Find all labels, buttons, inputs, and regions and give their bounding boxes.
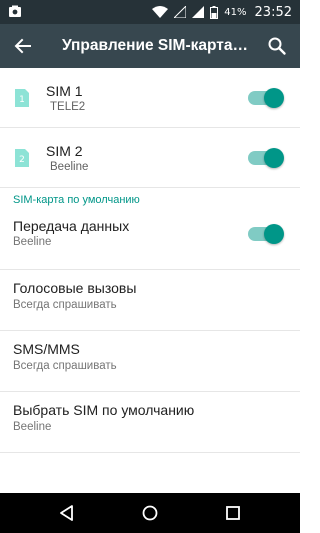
back-triangle-icon[interactable]	[57, 503, 77, 523]
pref-sms-mms[interactable]: SMS/MMS Всегда спрашивать	[0, 331, 300, 392]
sim-1-toggle[interactable]	[248, 88, 284, 108]
toolbar: Управление SIM-карта…	[0, 24, 300, 68]
sim-2-carrier: Beeline	[50, 161, 89, 173]
pref-default-sim[interactable]: Выбрать SIM по умолчанию Beeline	[0, 392, 300, 453]
battery-icon	[210, 5, 219, 19]
section-header-label: SIM-карта по умолчанию	[13, 194, 140, 206]
sim-2-title: SIM 2	[46, 143, 83, 159]
page-title: Управление SIM-карта…	[62, 37, 248, 54]
signal-empty-icon	[174, 6, 187, 18]
pref-voice-calls-value: Всегда спрашивать	[13, 299, 117, 311]
pref-data-transfer-title: Передача данных	[13, 218, 130, 234]
signal-full-icon	[192, 6, 205, 18]
home-circle-icon[interactable]	[140, 503, 160, 523]
arrow-back-icon[interactable]	[12, 35, 34, 57]
pref-data-transfer-value: Beeline	[13, 236, 52, 248]
sim-1-carrier: TELE2	[50, 101, 86, 113]
sim-2-toggle[interactable]	[248, 148, 284, 168]
pref-data-transfer[interactable]: Передача данных Beeline	[0, 212, 300, 270]
sim-card-icon: 1	[15, 89, 29, 107]
pref-sms-mms-value: Всегда спрашивать	[13, 360, 117, 372]
pref-voice-calls[interactable]: Голосовые вызовы Всегда спрашивать	[0, 270, 300, 331]
clock: 23:52	[254, 4, 292, 20]
pref-default-sim-value: Beeline	[13, 421, 52, 433]
sim-1-badge: 1	[19, 95, 25, 105]
sim-2-row[interactable]: 2 SIM 2 Beeline	[0, 128, 300, 188]
navigation-bar	[0, 493, 300, 533]
sim-2-badge: 2	[19, 155, 25, 165]
sim-card-icon: 2	[15, 149, 29, 167]
sim-1-row[interactable]: 1 SIM 1 TELE2	[0, 68, 300, 128]
pref-sms-mms-title: SMS/MMS	[13, 341, 80, 357]
data-transfer-toggle[interactable]	[248, 224, 284, 244]
pref-voice-calls-title: Голосовые вызовы	[13, 280, 137, 296]
battery-percent: 41%	[224, 6, 247, 18]
section-header: SIM-карта по умолчанию	[0, 188, 300, 212]
search-icon[interactable]	[266, 35, 288, 57]
wifi-icon	[152, 6, 169, 18]
photo-notification-icon	[9, 5, 21, 17]
settings-list: 1 SIM 1 TELE2 2 SIM 2 Beeline SIM-карта …	[0, 68, 300, 453]
status-bar: 41% 23:52	[0, 0, 300, 24]
sim-1-title: SIM 1	[46, 83, 83, 99]
pref-default-sim-title: Выбрать SIM по умолчанию	[13, 402, 195, 418]
recents-square-icon[interactable]	[223, 503, 243, 523]
